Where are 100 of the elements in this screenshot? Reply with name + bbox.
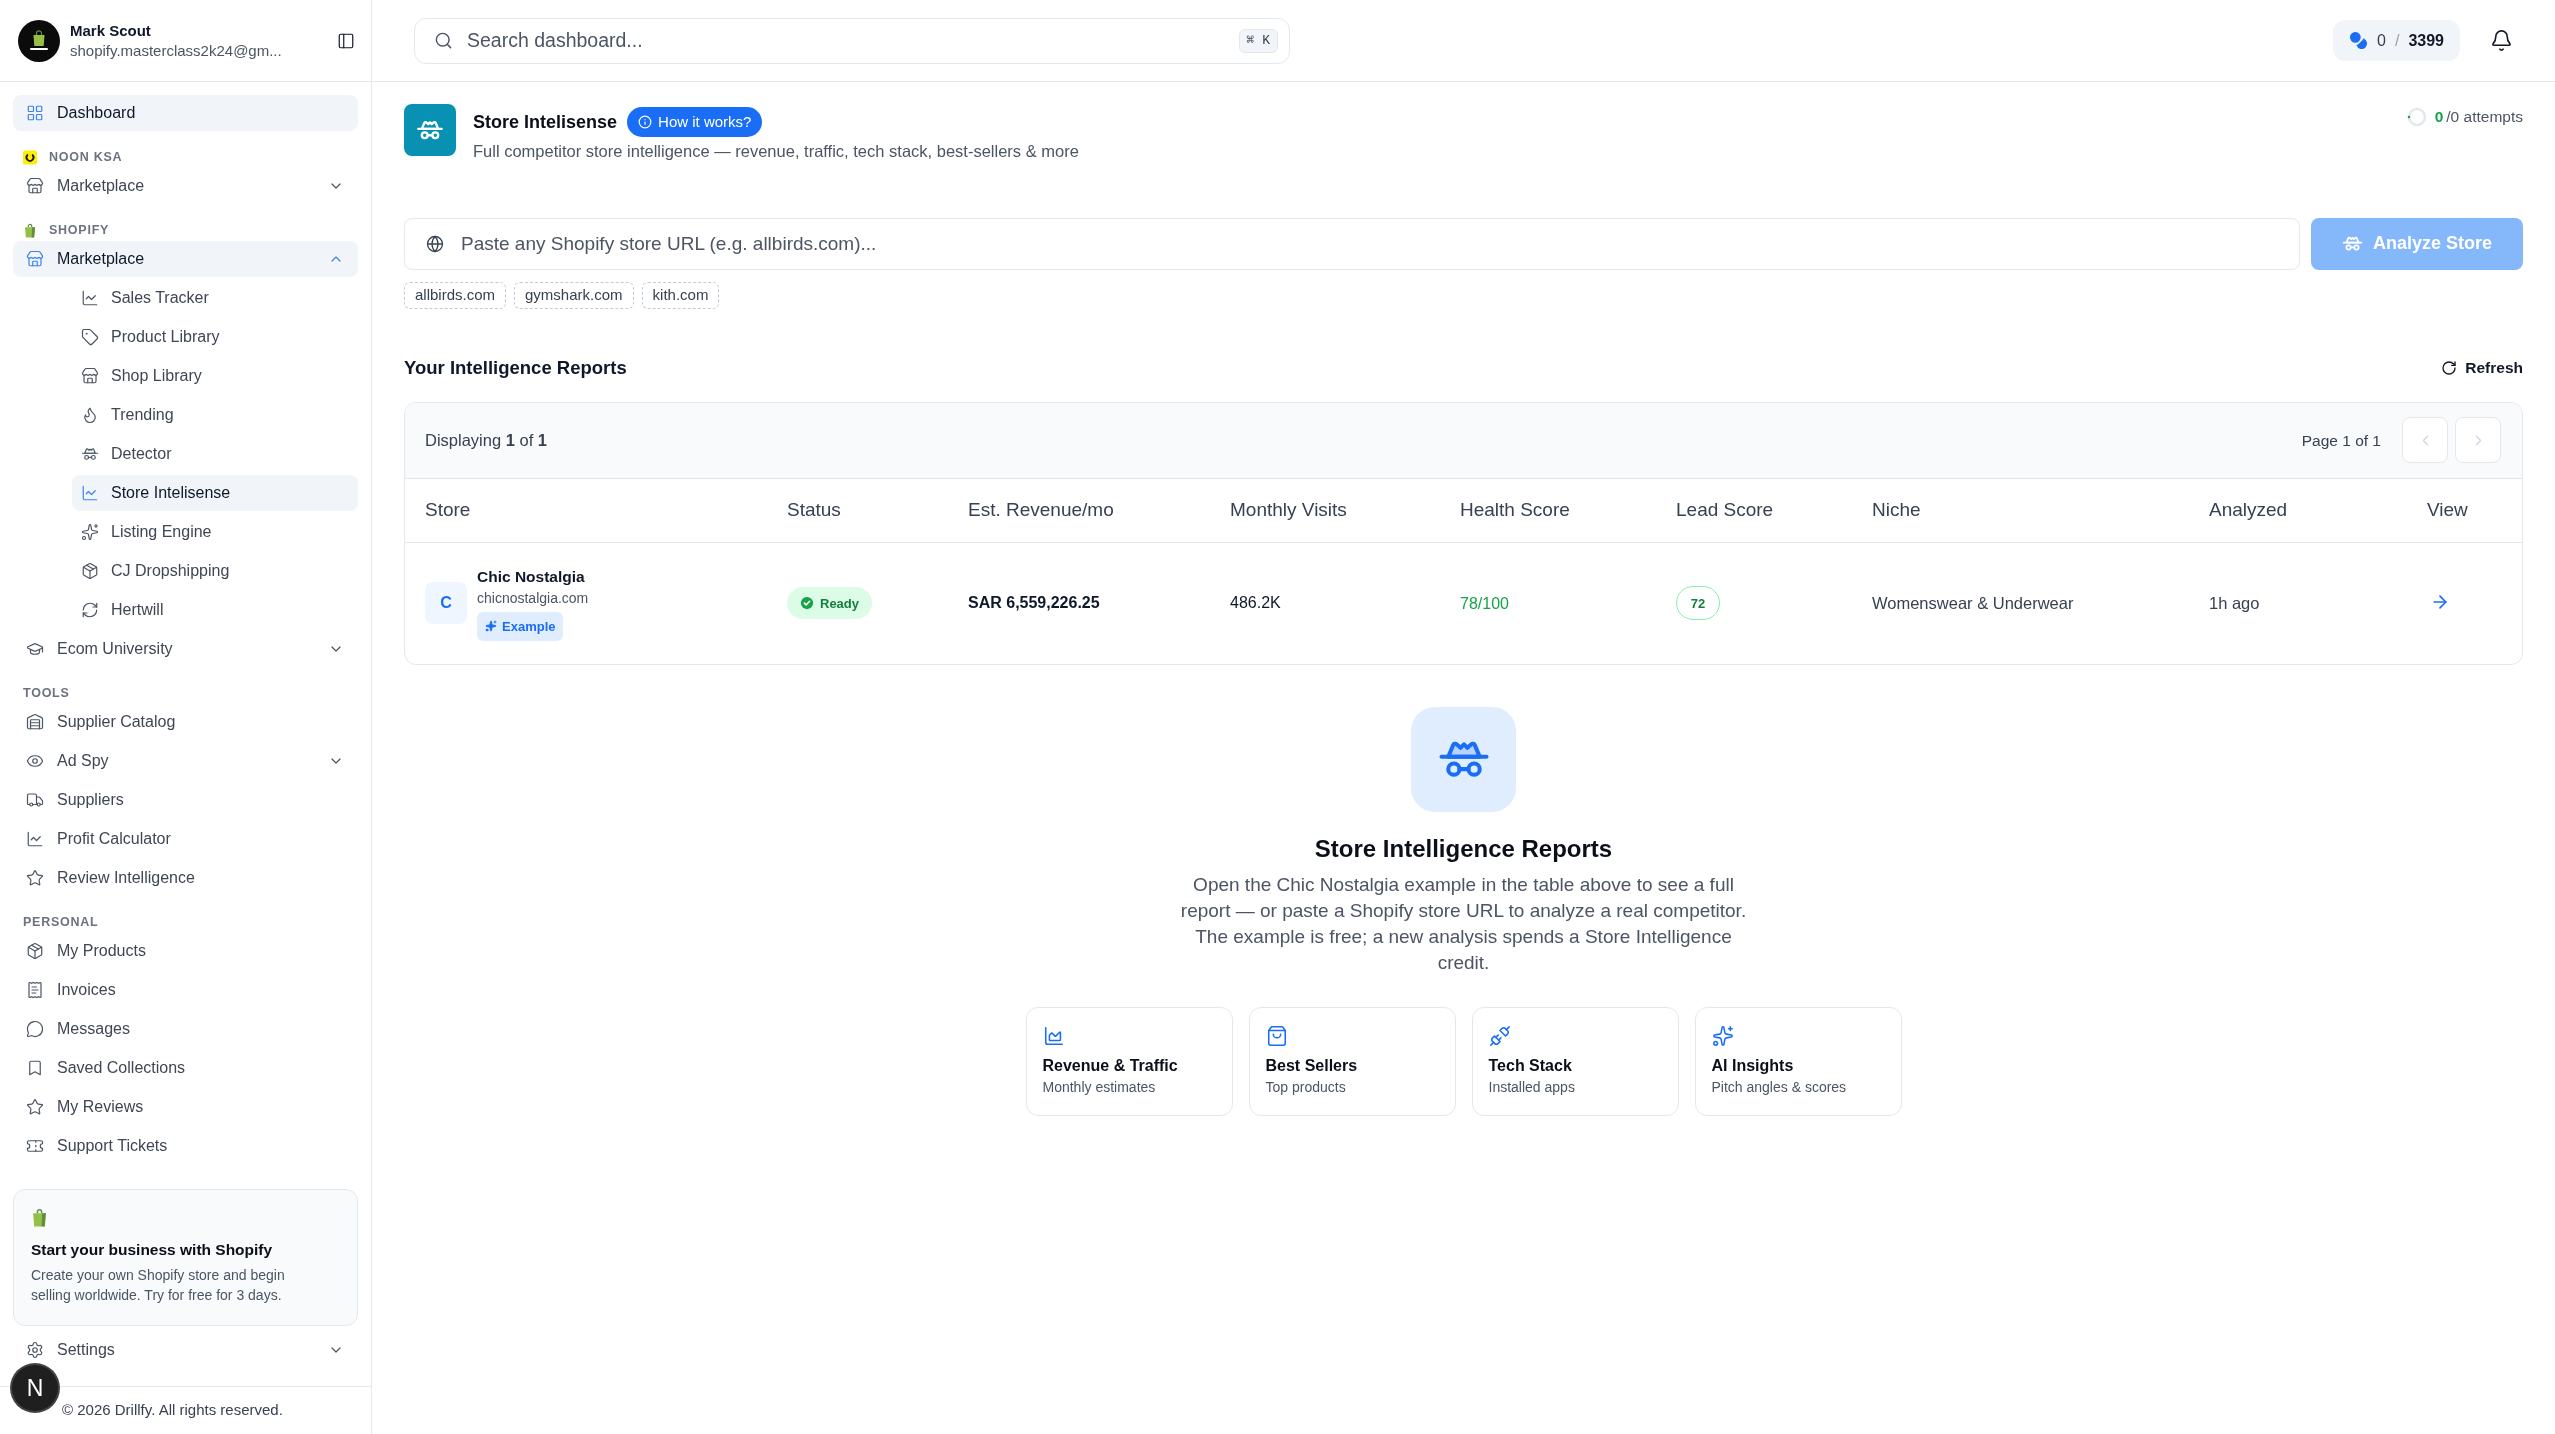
spy-icon [1411, 706, 1516, 812]
sidebar-item[interactable]: Ecom University [13, 631, 358, 667]
ticket-icon [26, 1137, 44, 1155]
star-icon [26, 1098, 44, 1116]
line-chart-icon [81, 484, 99, 502]
sidebar-item[interactable]: Dashboard [13, 95, 358, 131]
column-header: Est. Revenue/mo [968, 498, 1114, 522]
sidebar-item[interactable]: Suppliers [13, 782, 358, 818]
sparkles-icon [1711, 1024, 1734, 1047]
chat-bubble-icon [26, 1020, 44, 1038]
grid-icon [26, 104, 44, 122]
noon-logo-icon [23, 149, 37, 165]
store-name[interactable]: Chic Nostalgia [477, 565, 585, 588]
health-score: 78/100 [1460, 594, 1509, 615]
search-icon [434, 30, 453, 50]
suggestion-chip[interactable]: gymshark.com [514, 281, 634, 309]
column-header: View [2427, 498, 2468, 522]
line-chart-icon [81, 289, 99, 307]
credits-badge[interactable]: 0 / 3399 [2333, 20, 2460, 61]
sidebar-item[interactable]: Saved Collections [13, 1050, 358, 1086]
page-indicator: Page 1 of 1 [2301, 430, 2381, 451]
sidebar-item[interactable]: Hertwill [72, 592, 358, 628]
store-icon [26, 250, 44, 268]
package-icon [26, 942, 44, 960]
sidebar-item[interactable]: Detector [72, 436, 358, 472]
sidebar-item[interactable]: My Reviews [13, 1089, 358, 1125]
dev-tools-badge[interactable]: N [12, 1365, 58, 1411]
settings-icon [26, 1341, 44, 1359]
sidebar-item[interactable]: Product Library [72, 319, 358, 355]
bell-icon[interactable] [2490, 29, 2513, 52]
feature-subtitle: Installed apps [1488, 1077, 1576, 1096]
displaying-count: Displaying 1 of 1 [425, 429, 548, 451]
avatar-icon[interactable] [18, 19, 60, 62]
feature-title: AI Insights [1711, 1055, 1795, 1076]
star-icon [26, 869, 44, 887]
sidebar-toggle-icon[interactable] [337, 31, 355, 50]
attempts-total: /0 attempts [2446, 107, 2523, 127]
spy-icon [404, 104, 456, 156]
page-subtitle: Full competitor store intelligence — revenue, traffic, tech stack, best-sellers & more [473, 141, 1079, 162]
settings-item[interactable]: Settings [13, 1332, 358, 1368]
section-title: Your Intelligence Reports [404, 355, 627, 380]
feature-title: Tech Stack [1488, 1055, 1573, 1076]
empty-state-text: Open the Chic Nostalgia example in the table above to see a full report — or paste a Shopify store URL to analyze a real competitor. The example is free; a new analysis spends a Store Intelligence credit. [1179, 872, 1748, 975]
flame-icon [81, 406, 99, 424]
store-icon [81, 367, 99, 385]
sidebar-item[interactable]: Invoices [13, 972, 358, 1008]
copyright-text: © 2026 Drillfy. All rights reserved. [62, 1400, 283, 1421]
spy-icon [81, 445, 99, 463]
sidebar-item[interactable]: Supplier Catalog [13, 704, 358, 740]
graduation-cap-icon [26, 640, 44, 658]
sidebar-item[interactable]: Trending [72, 397, 358, 433]
refresh-icon [81, 601, 99, 619]
suggestion-chip[interactable]: allbirds.com [404, 281, 507, 309]
section-label: TOOLS [23, 685, 70, 701]
sidebar-item[interactable]: Marketplace [13, 168, 358, 204]
sidebar-item[interactable]: My Products [13, 933, 358, 969]
sidebar-item[interactable]: Marketplace [13, 241, 358, 277]
column-header: Lead Score [1676, 498, 1774, 522]
line-chart-icon [26, 830, 44, 848]
feature-title: Revenue & Traffic [1042, 1055, 1179, 1076]
eye-icon [26, 752, 44, 770]
tag-icon [81, 328, 99, 346]
user-email: shopify.masterclass2k24@gm... [70, 40, 283, 61]
check-circle-icon [800, 596, 814, 611]
analyzed-time: 1h ago [2209, 592, 2260, 614]
url-input[interactable]: Paste any Shopify store URL (e.g. allbirds.com)... [404, 217, 2300, 270]
promo-title: Start your business with Shopify [31, 1240, 274, 1260]
sidebar-item[interactable]: Profit Calculator [13, 821, 358, 857]
sidebar-item[interactable]: Support Tickets [13, 1128, 358, 1164]
sidebar-item[interactable]: Shop Library [72, 358, 358, 394]
how-it-works-button[interactable]: How it works? [627, 107, 763, 137]
niche-text: Womenswear & Underwear [1872, 592, 2074, 614]
warehouse-icon [26, 713, 44, 731]
sidebar-item[interactable]: Messages [13, 1011, 358, 1047]
sidebar-item[interactable]: Review Intelligence [13, 860, 358, 896]
credits-separator: / [2394, 30, 2400, 51]
coins-icon [2349, 31, 2369, 50]
globe-icon [426, 234, 444, 253]
suggestion-chip[interactable]: kith.com [641, 281, 720, 309]
column-header: Niche [1872, 498, 1921, 522]
sparkles-icon [81, 523, 99, 541]
feature-subtitle: Pitch angles & scores [1711, 1077, 1848, 1096]
sidebar-item[interactable]: Ad Spy [13, 743, 358, 779]
refresh-icon [2441, 359, 2458, 376]
attempts-used: 0 [2434, 107, 2444, 127]
sidebar-item[interactable]: Sales Tracker [72, 280, 358, 316]
refresh-button[interactable]: Refresh [2441, 356, 2523, 380]
sidebar-item[interactable]: Store Intelisense [72, 475, 358, 511]
column-header: Store [425, 498, 471, 522]
user-name: Mark Scout [70, 20, 152, 41]
sidebar-item[interactable]: Listing Engine [72, 514, 358, 550]
sidebar-item[interactable]: CJ Dropshipping [72, 553, 358, 589]
empty-state-title: Store Intelligence Reports [1314, 833, 1613, 864]
revenue-value: SAR 6,559,226.25 [968, 593, 1100, 614]
truck-icon [26, 791, 44, 809]
package-icon [81, 562, 99, 580]
status-badge: Ready [787, 587, 873, 620]
promo-text: Create your own Shopify store and begin selling worldwide. Try for free for 3 days. [31, 1266, 286, 1305]
column-header: Status [787, 498, 841, 522]
feature-title: Best Sellers [1265, 1055, 1359, 1076]
